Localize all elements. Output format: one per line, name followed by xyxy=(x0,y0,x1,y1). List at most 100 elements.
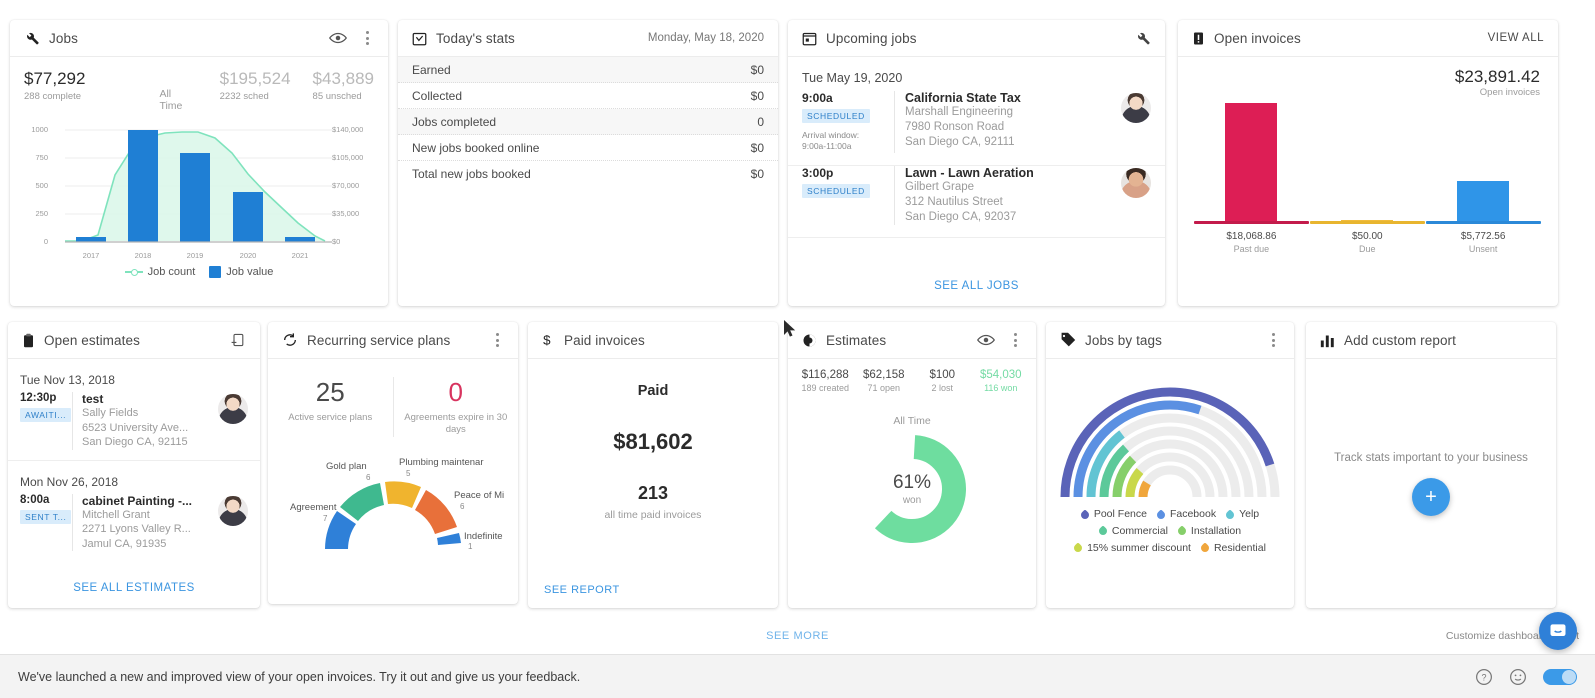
legend-line-swatch xyxy=(124,269,143,276)
bar-label: Past due xyxy=(1233,244,1270,254)
estimates-lost-value: $100 xyxy=(929,369,956,381)
estimates-donut-chart: 61% won xyxy=(788,435,1036,543)
wrench-icon[interactable] xyxy=(1135,30,1151,46)
view-all-invoices-link[interactable]: VIEW ALL xyxy=(1488,32,1544,44)
svg-text:Gold plan: Gold plan xyxy=(326,461,367,472)
bar-area xyxy=(1194,103,1309,221)
row-label: Total new jobs booked xyxy=(412,167,531,181)
card-header-upcoming-jobs: Upcoming jobs xyxy=(788,20,1165,57)
see-all-jobs-link[interactable]: SEE ALL JOBS xyxy=(788,280,1165,292)
recurring-active: 25 Active service plans xyxy=(268,377,393,437)
bar-label: Unsent xyxy=(1468,244,1498,254)
status-badge: SENT T... xyxy=(20,509,72,524)
help-circle-icon[interactable]: ? xyxy=(1475,668,1493,686)
estimate-details: cabinet Painting -... Mitchell Grant 227… xyxy=(72,493,210,552)
status-badge: SCHEDULED xyxy=(802,109,870,123)
bar-value: $5,772.56 xyxy=(1460,231,1506,242)
paid-count: 213 xyxy=(637,483,669,503)
legend-bar-swatch xyxy=(209,266,222,278)
jobs-y-tick-250: 250 xyxy=(35,209,48,218)
list-item[interactable]: 8:00a SENT T... cabinet Painting -... Mi… xyxy=(8,493,260,562)
estimate-details: test Sally Fields 6523 University Ave...… xyxy=(72,392,210,450)
job-time-block: 3:00p SCHEDULED xyxy=(802,166,894,225)
jobs-sched-value: $195,524 xyxy=(219,69,291,88)
bar-baseline xyxy=(1194,221,1309,224)
bar-value: $18,068.86 xyxy=(1226,231,1277,242)
svg-text:6: 6 xyxy=(460,502,465,511)
jobs-stats-row: $77,292 288 complete All Time $195,524 2… xyxy=(10,57,388,114)
jobs-y-tick-1000: 1000 xyxy=(31,125,48,134)
list-item[interactable]: 3:00p SCHEDULED Lawn - Lawn Aeration Gil… xyxy=(788,165,1165,238)
jobs-stat-complete: $77,292 288 complete xyxy=(24,69,85,112)
estimate-address-line2: San Diego CA, 92115 xyxy=(82,436,188,449)
svg-text:$: $ xyxy=(543,332,551,347)
paid-heading: Paid xyxy=(637,383,669,399)
card-header-todays-stats: Today's stats Monday, May 18, 2020 xyxy=(398,20,778,57)
tag-legend-item: Installation xyxy=(1176,524,1241,539)
tag-legend-label: Residential xyxy=(1213,541,1266,554)
job-address-line2: San Diego CA, 92037 xyxy=(905,210,1017,223)
card-title-recurring: Recurring service plans xyxy=(307,332,451,348)
job-address-line1: 312 Nautilus Street xyxy=(905,195,1003,208)
jobs-x-tick-2017: 2017 xyxy=(82,251,100,260)
jobs-x-tick-2018: 2018 xyxy=(134,251,152,260)
kebab-menu-icon[interactable] xyxy=(1267,330,1280,350)
row-value: $0 xyxy=(750,62,764,77)
table-row: Collected $0 xyxy=(398,83,778,109)
jobs-unsched-value: $43,889 xyxy=(312,69,374,88)
list-item[interactable]: 12:30p AWAITI... test Sally Fields 6523 … xyxy=(8,392,260,461)
bar-area xyxy=(1426,103,1541,221)
estimate-address-line1: 2271 Lyons Valley R... xyxy=(82,523,191,536)
kebab-menu-icon[interactable] xyxy=(1009,330,1022,350)
new-view-toggle[interactable] xyxy=(1543,668,1577,685)
svg-text:Plumbing maintenar: Plumbing maintenar xyxy=(399,457,484,468)
kebab-menu-icon[interactable] xyxy=(361,28,374,48)
card-header-paid-invoices: $ Paid invoices xyxy=(528,322,778,359)
kebab-menu-icon[interactable] xyxy=(491,330,504,350)
add-clipboard-icon[interactable] xyxy=(230,332,246,348)
tag-legend-label: Yelp xyxy=(1239,508,1260,520)
table-row: Jobs completed 0 xyxy=(398,109,778,135)
smiley-icon[interactable] xyxy=(1509,668,1527,686)
arrival-window: Arrival window: 9:00a-11:00a xyxy=(802,130,894,153)
row-label: Jobs completed xyxy=(412,114,497,129)
see-report-link[interactable]: SEE REPORT xyxy=(544,584,620,596)
job-details: California State Tax Marshall Engineerin… xyxy=(894,91,1113,153)
jobs-stat-unsched: $43,889 85 unsched xyxy=(313,69,374,112)
estimate-customer: Mitchell Grant xyxy=(82,508,150,521)
job-title: Lawn - Lawn Aeration xyxy=(905,165,1034,180)
bar-fill xyxy=(1225,103,1278,221)
jobs-y2-tick-35000: $35,000 xyxy=(332,209,360,218)
add-custom-report-button[interactable]: + xyxy=(1412,477,1450,516)
bar-baseline xyxy=(1425,221,1541,224)
row-label: Collected xyxy=(412,88,463,103)
list-item[interactable]: 9:00a SCHEDULED Arrival window: 9:00a-11… xyxy=(788,91,1165,166)
table-row: Total new jobs booked $0 xyxy=(398,161,778,187)
row-value: $0 xyxy=(750,88,764,103)
jobs-period-label: All Time xyxy=(159,88,183,112)
status-badge: SCHEDULED xyxy=(802,183,870,198)
see-more-link[interactable]: SEE MORE xyxy=(0,630,1595,642)
estimates-open: $62,158 71 open xyxy=(855,369,914,393)
open-invoices-total: $23,891.42 Open invoices xyxy=(1178,57,1558,98)
eye-icon[interactable] xyxy=(977,334,995,346)
jobs-stat-sched: $195,524 2232 sched xyxy=(220,69,291,112)
estimate-day-label: Mon Nov 26, 2018 xyxy=(20,474,119,489)
chat-bubble-icon[interactable] xyxy=(1539,612,1577,650)
card-recurring-service-plans: Recurring service plans 25 Active servic… xyxy=(268,322,518,604)
row-label: Earned xyxy=(412,62,451,77)
eye-icon[interactable] xyxy=(329,32,347,44)
tag-legend-item: Residential xyxy=(1199,541,1266,556)
job-details: Lawn - Lawn Aeration Gilbert Grape 312 N… xyxy=(894,165,1113,225)
see-all-estimates-link[interactable]: SEE ALL ESTIMATES xyxy=(8,582,260,594)
recurring-expiring-label: Agreements expire in 30 days xyxy=(404,412,508,436)
card-title-todays-stats: Today's stats xyxy=(436,30,515,46)
jobs-legend: Job count Job value xyxy=(10,266,388,278)
jobs-complete-label: 288 complete xyxy=(24,91,82,102)
paid-amount: $81,602 xyxy=(613,429,693,454)
tag-legend-item: Facebook xyxy=(1155,507,1216,522)
svg-text:6: 6 xyxy=(366,473,371,482)
svg-text:1: 1 xyxy=(468,542,473,551)
bar-area xyxy=(1310,103,1425,221)
jobs-unsched-label: 85 unsched xyxy=(312,91,362,102)
